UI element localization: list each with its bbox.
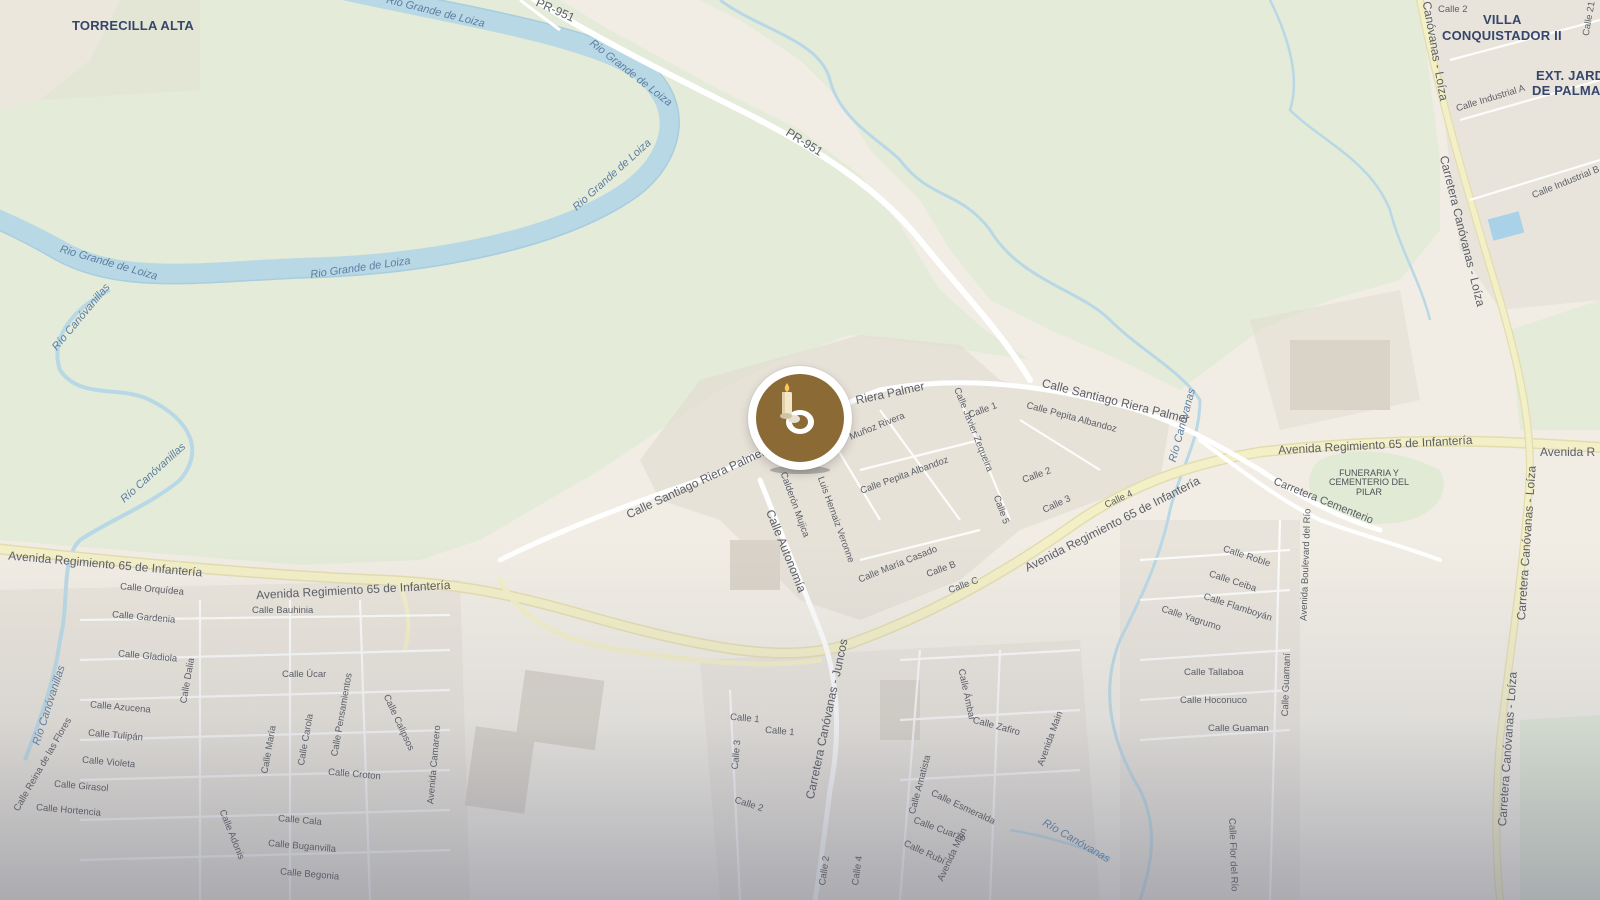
location-marker[interactable] (748, 366, 852, 470)
street-label-guaman: Calle Guaman (1208, 723, 1269, 734)
marker-badge[interactable] (756, 374, 844, 462)
street-label-bauhinia: Calle Bauhinia (252, 605, 314, 616)
place-label-de-palma: DE PALMA (1532, 83, 1600, 98)
street-label-calle1-a: Calle 1 (729, 711, 761, 726)
poi-label-funeraria: FUNERARIA Y CEMENTERIO DEL PILAR (1328, 468, 1409, 497)
street-label-calle1-b: Calle 1 (764, 724, 796, 739)
street-label-tallaboa: Calle Tallaboa (1184, 667, 1244, 678)
place-label-conquistador-ii: CONQUISTADOR II (1442, 28, 1562, 43)
place-label-torrecilla-alta: TORRECILLA ALTA (72, 18, 194, 33)
street-label-calle2-ne: Calle 2 (1438, 4, 1468, 15)
place-label-ext-jard: EXT. JARD (1536, 68, 1600, 83)
road-label-avenida-far-east: Avenida R (1540, 445, 1596, 459)
place-label-villa: VILLA (1483, 12, 1522, 27)
map-view[interactable]: TORRECILLA ALTA VILLA CONQUISTADOR II EX… (0, 0, 1600, 900)
street-label-ucar: Calle Úcar (282, 669, 327, 680)
street-label-calle3-s: Calle 3 (729, 739, 744, 770)
park-area-southeast (1520, 715, 1600, 900)
street-label-flor-rio: Calle Flor del Río (1226, 817, 1240, 892)
street-label-hoconuco: Calle Hoconuco (1180, 695, 1248, 706)
candle-icon (780, 383, 814, 434)
street-label-guamani: Calle Guamaní (1279, 652, 1294, 717)
